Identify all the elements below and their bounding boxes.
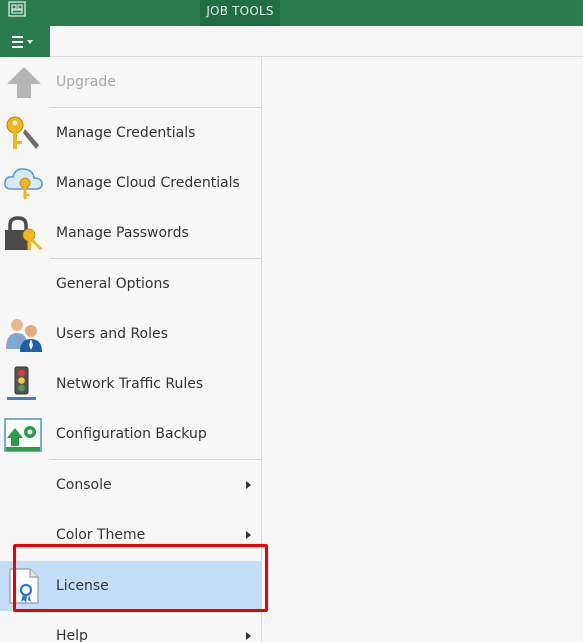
menu-item-general-options[interactable]: General Options: [0, 259, 261, 309]
menu-item-console[interactable]: Console: [0, 460, 261, 510]
submenu-arrow-icon: [246, 481, 251, 489]
key-icon: [6, 116, 39, 149]
menu-item-label: Network Traffic Rules: [56, 376, 204, 392]
menu-item-label: Users and Roles: [56, 326, 168, 342]
annotation-highlight-box: [13, 544, 268, 612]
title-bar: JOB TOOLS: [0, 0, 583, 26]
main-menu-button[interactable]: [0, 26, 50, 57]
app-logo-icon: [8, 1, 26, 17]
submenu-arrow-icon: [246, 531, 251, 539]
menu-item-label: General Options: [56, 276, 170, 292]
menu-item-users-and-roles[interactable]: Users and Roles: [0, 309, 261, 359]
menu-item-label: Manage Cloud Credentials: [56, 175, 240, 191]
menu-item-manage-cloud-credentials[interactable]: Manage Cloud Credentials: [0, 158, 261, 208]
users-icon: [6, 319, 42, 352]
traffic-light-icon: [7, 366, 36, 400]
menu-item-manage-passwords[interactable]: Manage Passwords: [0, 208, 261, 258]
up-arrow-icon: [7, 67, 41, 98]
job-tools-context-tab[interactable]: JOB TOOLS: [200, 0, 280, 26]
lock-key-icon: [5, 216, 43, 250]
menu-item-label: Manage Passwords: [56, 225, 189, 241]
submenu-arrow-icon: [246, 632, 251, 640]
menu-item-label: Configuration Backup: [56, 426, 207, 442]
menu-item-label: Help: [56, 628, 88, 642]
ribbon-bar: [0, 26, 583, 57]
menu-item-label: Upgrade: [56, 74, 116, 90]
menu-item-label: Manage Credentials: [56, 125, 196, 141]
menu-item-label: Console: [56, 477, 112, 493]
menu-item-help[interactable]: Help: [0, 611, 261, 642]
menu-item-manage-credentials[interactable]: Manage Credentials: [0, 108, 261, 158]
menu-item-upgrade: Upgrade: [0, 57, 261, 107]
hamburger-menu-icon: [12, 36, 33, 48]
menu-item-network-traffic-rules[interactable]: Network Traffic Rules: [0, 359, 261, 409]
config-backup-icon: [4, 418, 42, 452]
cloud-key-icon: [4, 168, 43, 199]
menu-item-configuration-backup[interactable]: Configuration Backup: [0, 409, 261, 459]
